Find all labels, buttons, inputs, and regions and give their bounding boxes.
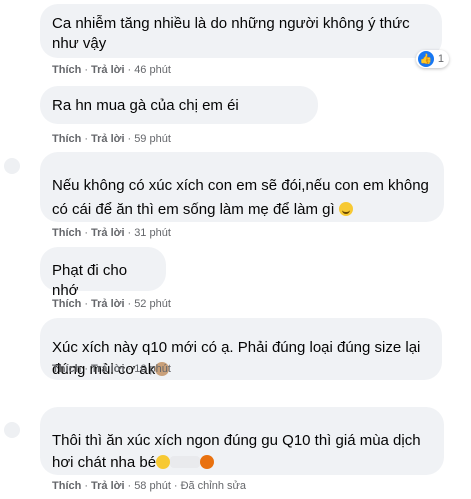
comment-text-line: Nếu không có xúc xích con em sẽ đói,nếu … bbox=[52, 177, 429, 194]
reaction-count: 1 bbox=[437, 53, 444, 65]
like-link[interactable]: Thích bbox=[52, 64, 81, 76]
comment-text-line: Xúc xích này q10 mới có ạ. Phải đúng loạ… bbox=[52, 339, 421, 356]
reply-link[interactable]: Trả lời bbox=[91, 298, 125, 310]
reaction-summary[interactable]: 👍 1 bbox=[415, 50, 449, 68]
comment-actions: Thích · Trả lời · 31 phút bbox=[52, 227, 171, 239]
comment-bubble: Thôi thì ăn xúc xích ngon đúng gu Q10 th… bbox=[40, 407, 444, 475]
comment-time[interactable]: 46 phút bbox=[134, 64, 171, 76]
comment-text-line: Thôi thì ăn xúc xích ngon đúng gu Q10 th… bbox=[52, 432, 421, 449]
grinning-emoji-icon bbox=[338, 202, 353, 216]
like-link[interactable]: Thích bbox=[52, 363, 81, 375]
comment-text-line: Phạt đi cho nhớ bbox=[52, 262, 128, 299]
comment-time[interactable]: 59 phút bbox=[134, 133, 171, 145]
laughing-emoji-icon bbox=[156, 455, 171, 469]
like-link[interactable]: Thích bbox=[52, 133, 81, 145]
comment-time[interactable]: 52 phút bbox=[134, 298, 171, 310]
like-link[interactable]: Thích bbox=[52, 298, 81, 310]
avatar[interactable] bbox=[4, 422, 20, 438]
comment-text-line-with-emoji: hơi chát nha bé bbox=[52, 453, 432, 473]
reply-link[interactable]: Trả lời bbox=[91, 227, 125, 239]
comment-bubble: Ca nhiễm tăng nhiều là do những người kh… bbox=[40, 4, 442, 58]
comment-text-line-with-emoji: có cái để ăn thì em sống làm mẹ để làm g… bbox=[52, 200, 432, 220]
comment-actions: Thích · Trả lời · 16 phút bbox=[52, 363, 171, 375]
comment-bubble: Ra hn mua gà của chị em éi bbox=[40, 86, 318, 124]
reply-link[interactable]: Trả lời bbox=[91, 64, 125, 76]
comment-text-line: Ra hn mua gà của chị em éi bbox=[52, 97, 239, 114]
comment-actions: Thích · Trả lời · 46 phút bbox=[52, 64, 171, 76]
angry-emoji-icon bbox=[200, 455, 215, 469]
like-link[interactable]: Thích bbox=[52, 480, 81, 492]
comment-actions: Thích · Trả lời · 52 phút bbox=[52, 298, 171, 310]
comment-time[interactable]: 16 phút bbox=[134, 363, 171, 375]
like-icon: 👍 bbox=[417, 51, 434, 67]
comment-bubble: Nếu không có xúc xích con em sẽ đói,nếu … bbox=[40, 152, 444, 222]
comment-text-line: Ca nhiễm tăng nhiều là do những người kh… bbox=[52, 15, 410, 32]
reply-link[interactable]: Trả lời bbox=[91, 363, 125, 375]
like-link[interactable]: Thích bbox=[52, 227, 81, 239]
reply-link[interactable]: Trả lời bbox=[91, 480, 125, 492]
blurred-region bbox=[170, 456, 201, 468]
comment-time[interactable]: 58 phút bbox=[134, 480, 171, 492]
comment-time[interactable]: 31 phút bbox=[134, 227, 171, 239]
edited-label: Đã chỉnh sửa bbox=[180, 480, 247, 492]
comment-bubble: Phạt đi cho nhớ bbox=[40, 247, 166, 299]
reply-link[interactable]: Trả lời bbox=[91, 133, 125, 145]
comment-actions: Thích · Trả lời · 58 phút · Đã chỉnh sửa bbox=[52, 480, 247, 492]
comment-actions: Thích · Trả lời · 59 phút bbox=[52, 133, 171, 145]
comment-text-line: như vậy bbox=[52, 35, 107, 52]
avatar[interactable] bbox=[4, 158, 20, 174]
